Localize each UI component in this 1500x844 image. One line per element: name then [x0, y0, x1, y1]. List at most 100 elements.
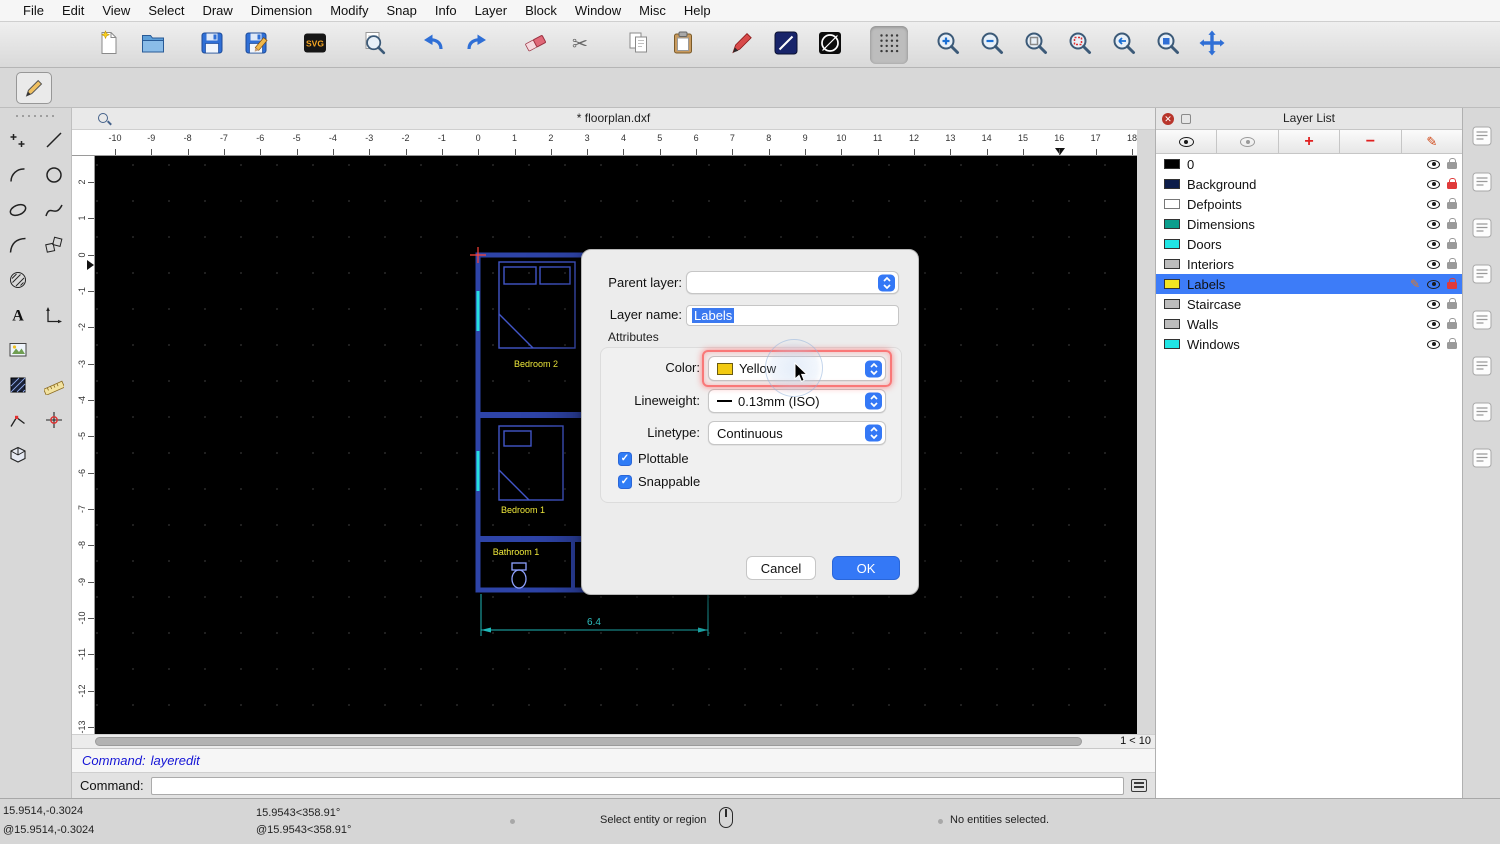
- cancel-button[interactable]: Cancel: [746, 556, 816, 580]
- grid-toggle-button[interactable]: [870, 26, 908, 64]
- close-icon[interactable]: ✕: [1162, 113, 1174, 125]
- selection-filter-panel-button[interactable]: [1467, 398, 1497, 428]
- layer-row-doors[interactable]: Doors: [1156, 234, 1462, 254]
- plottable-checkbox[interactable]: ✓ Plottable: [618, 451, 689, 466]
- menu-select[interactable]: Select: [139, 3, 193, 18]
- ok-button[interactable]: OK: [832, 556, 900, 580]
- lock-icon[interactable]: [1447, 222, 1457, 229]
- svg-export-button[interactable]: SVG: [296, 26, 334, 64]
- console-toggle-icon[interactable]: [1131, 779, 1147, 792]
- remove-layer-button[interactable]: −: [1340, 130, 1401, 153]
- layer-row-interiors[interactable]: Interiors: [1156, 254, 1462, 274]
- layer-name-input[interactable]: Labels: [686, 305, 899, 326]
- menu-misc[interactable]: Misc: [630, 3, 675, 18]
- zoom-in-button[interactable]: [929, 26, 967, 64]
- menu-help[interactable]: Help: [675, 3, 720, 18]
- edit-layer-button[interactable]: ✎: [1402, 130, 1462, 153]
- layer-row-background[interactable]: Background: [1156, 174, 1462, 194]
- eraser-button[interactable]: [517, 26, 555, 64]
- visibility-eye-icon[interactable]: [1427, 280, 1440, 289]
- auto-zoom-button[interactable]: [1017, 26, 1055, 64]
- hide-all-layers-button[interactable]: [1217, 130, 1278, 153]
- redo-button[interactable]: [458, 26, 496, 64]
- line-tool-button[interactable]: [36, 124, 72, 159]
- snappable-checkbox[interactable]: ✓ Snappable: [618, 474, 700, 489]
- text-tool-button[interactable]: A: [0, 299, 36, 334]
- points-tool-button[interactable]: [0, 124, 36, 159]
- stepper-icon[interactable]: [865, 393, 882, 410]
- lock-icon[interactable]: [1447, 282, 1457, 289]
- visibility-eye-icon[interactable]: [1427, 260, 1440, 269]
- save-button[interactable]: [193, 26, 231, 64]
- zoom-window-button[interactable]: [1149, 26, 1187, 64]
- cut-button[interactable]: ✂: [561, 26, 599, 64]
- parent-layer-select[interactable]: [686, 271, 899, 294]
- zoom-region-button[interactable]: [1061, 26, 1099, 64]
- block-list-panel-button[interactable]: [1467, 214, 1497, 244]
- layer-row-defpoints[interactable]: Defpoints: [1156, 194, 1462, 214]
- lock-icon[interactable]: [1447, 342, 1457, 349]
- layer-row-labels[interactable]: Labels✎: [1156, 274, 1462, 294]
- menu-view[interactable]: View: [93, 3, 139, 18]
- print-preview-button[interactable]: [355, 26, 393, 64]
- menu-file[interactable]: File: [14, 3, 53, 18]
- pan-button[interactable]: [1193, 26, 1231, 64]
- new-file-button[interactable]: [90, 26, 128, 64]
- lock-icon[interactable]: [1447, 242, 1457, 249]
- spline-tool-button[interactable]: [36, 194, 72, 229]
- library-browser-panel-button[interactable]: [1467, 352, 1497, 382]
- box-tool-button[interactable]: [0, 439, 36, 474]
- scrollbar-thumb[interactable]: [95, 737, 1082, 746]
- snap-tool-button[interactable]: [36, 404, 72, 439]
- menu-modify[interactable]: Modify: [321, 3, 377, 18]
- open-folder-button[interactable]: [134, 26, 172, 64]
- visibility-eye-icon[interactable]: [1427, 320, 1440, 329]
- add-layer-button[interactable]: +: [1279, 130, 1340, 153]
- menu-info[interactable]: Info: [426, 3, 466, 18]
- polygon-tool-button[interactable]: [36, 229, 72, 264]
- layer-row-windows[interactable]: Windows: [1156, 334, 1462, 354]
- lock-icon[interactable]: [1447, 182, 1457, 189]
- visibility-eye-icon[interactable]: [1427, 240, 1440, 249]
- arc-tool-button[interactable]: [0, 159, 36, 194]
- visibility-eye-icon[interactable]: [1427, 180, 1440, 189]
- palette-grip[interactable]: [14, 113, 58, 119]
- polyline-tool-button[interactable]: [0, 404, 36, 439]
- detach-icon[interactable]: [1181, 114, 1191, 124]
- visibility-eye-icon[interactable]: [1427, 160, 1440, 169]
- property-editor-panel-button[interactable]: [1467, 122, 1497, 152]
- layer-row-staircase[interactable]: Staircase: [1156, 294, 1462, 314]
- circle-tool-button[interactable]: [36, 159, 72, 194]
- hatch-tool-button[interactable]: [0, 369, 36, 404]
- curve-tool-button[interactable]: [0, 229, 36, 264]
- menu-layer[interactable]: Layer: [466, 3, 517, 18]
- undo-button[interactable]: [414, 26, 452, 64]
- menu-window[interactable]: Window: [566, 3, 630, 18]
- lock-icon[interactable]: [1447, 302, 1457, 309]
- clipboard-panel-panel-button[interactable]: [1467, 444, 1497, 474]
- image-tool-button[interactable]: [0, 334, 36, 369]
- hatch-circle-tool-button[interactable]: [0, 264, 36, 299]
- ellipse-tool-button[interactable]: [0, 194, 36, 229]
- save-as-button[interactable]: [237, 26, 275, 64]
- linetype-select[interactable]: Continuous: [708, 421, 886, 445]
- visibility-eye-icon[interactable]: [1427, 200, 1440, 209]
- paste-button[interactable]: [664, 26, 702, 64]
- lock-icon[interactable]: [1447, 202, 1457, 209]
- stepper-icon[interactable]: [865, 425, 882, 442]
- menu-snap[interactable]: Snap: [378, 3, 426, 18]
- layer-row-0[interactable]: 0: [1156, 154, 1462, 174]
- stepper-icon[interactable]: [878, 274, 895, 291]
- menu-dimension[interactable]: Dimension: [242, 3, 321, 18]
- visibility-eye-icon[interactable]: [1427, 340, 1440, 349]
- measure-tool-button[interactable]: [36, 369, 72, 404]
- horizontal-scrollbar[interactable]: 1 < 10: [72, 734, 1155, 748]
- draw-pen-button[interactable]: [723, 26, 761, 64]
- zoom-previous-button[interactable]: [1105, 26, 1143, 64]
- line-tool-button[interactable]: [767, 26, 805, 64]
- command-input[interactable]: [151, 777, 1124, 795]
- view-list-panel-button[interactable]: [1467, 260, 1497, 290]
- visibility-eye-icon[interactable]: [1427, 300, 1440, 309]
- dimension-tool-button[interactable]: [36, 299, 72, 334]
- lock-icon[interactable]: [1447, 322, 1457, 329]
